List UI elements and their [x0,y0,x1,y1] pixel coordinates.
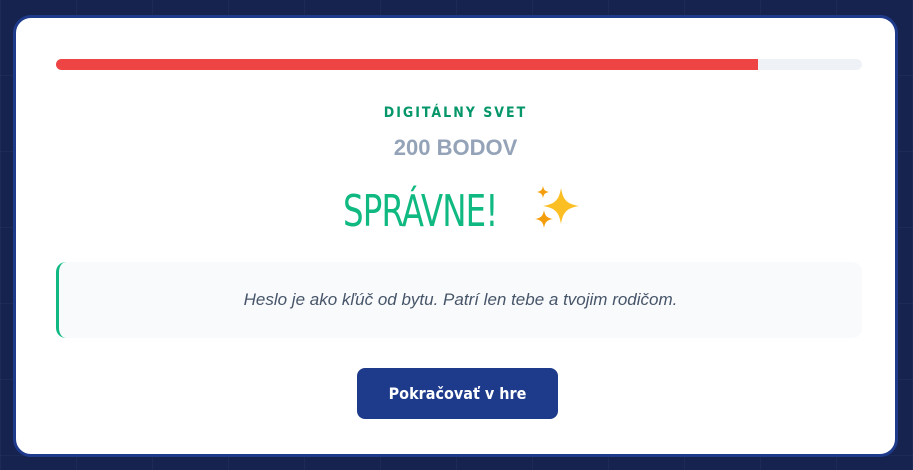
result-heading: SPRÁVNE! [16,184,895,237]
answer-result-dialog: DIGITÁLNY SVET 200 BODOV SPRÁVNE! Heslo … [13,15,898,457]
timer-progress-fill [56,59,759,70]
explanation-text: Heslo je ako kľúč od bytu. Patrí len teb… [243,290,678,309]
explanation-box: Heslo je ako kľúč od bytu. Patrí len teb… [56,262,862,338]
continue-game-button[interactable]: Pokračovať v hre [357,368,558,419]
question-points: 200 BODOV [393,135,518,160]
timer-progress-bar [56,59,862,70]
question-category: DIGITÁLNY SVET [383,105,528,121]
sparkles-icon [534,186,579,228]
result-title: SPRÁVNE! [343,186,499,237]
